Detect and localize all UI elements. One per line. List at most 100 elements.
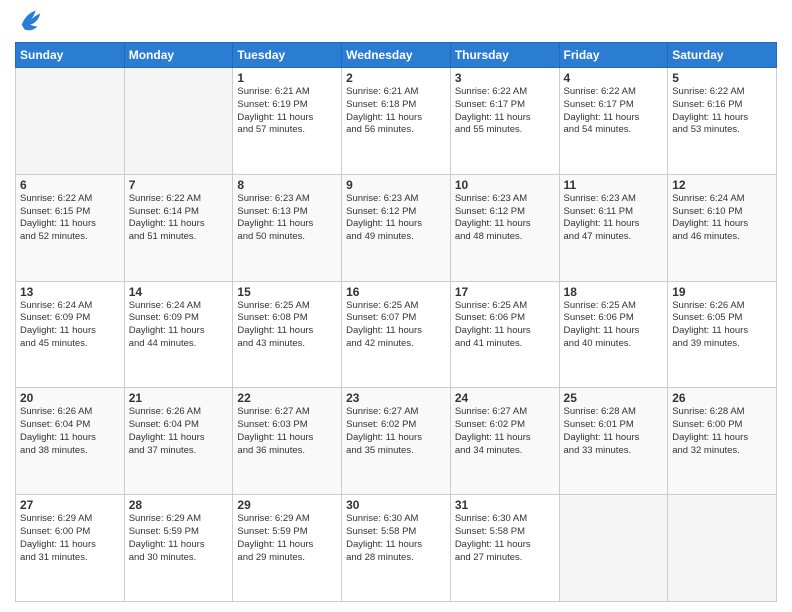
weekday-header-thursday: Thursday [450, 43, 559, 68]
logo [15, 14, 45, 34]
calendar-cell [124, 68, 233, 175]
day-number: 17 [455, 285, 555, 299]
weekday-header-sunday: Sunday [16, 43, 125, 68]
calendar-cell: 23Sunrise: 6:27 AM Sunset: 6:02 PM Dayli… [342, 388, 451, 495]
day-info: Sunrise: 6:22 AM Sunset: 6:17 PM Dayligh… [455, 86, 555, 137]
day-info: Sunrise: 6:27 AM Sunset: 6:03 PM Dayligh… [237, 406, 337, 457]
calendar-cell: 13Sunrise: 6:24 AM Sunset: 6:09 PM Dayli… [16, 281, 125, 388]
day-number: 22 [237, 391, 337, 405]
calendar-cell: 27Sunrise: 6:29 AM Sunset: 6:00 PM Dayli… [16, 495, 125, 602]
calendar-cell: 28Sunrise: 6:29 AM Sunset: 5:59 PM Dayli… [124, 495, 233, 602]
calendar-cell: 21Sunrise: 6:26 AM Sunset: 6:04 PM Dayli… [124, 388, 233, 495]
day-number: 28 [129, 498, 229, 512]
day-number: 26 [672, 391, 772, 405]
calendar-week-row: 13Sunrise: 6:24 AM Sunset: 6:09 PM Dayli… [16, 281, 777, 388]
calendar-cell: 5Sunrise: 6:22 AM Sunset: 6:16 PM Daylig… [668, 68, 777, 175]
calendar-week-row: 20Sunrise: 6:26 AM Sunset: 6:04 PM Dayli… [16, 388, 777, 495]
day-info: Sunrise: 6:29 AM Sunset: 5:59 PM Dayligh… [129, 513, 229, 564]
calendar-week-row: 1Sunrise: 6:21 AM Sunset: 6:19 PM Daylig… [16, 68, 777, 175]
day-number: 29 [237, 498, 337, 512]
calendar-week-row: 6Sunrise: 6:22 AM Sunset: 6:15 PM Daylig… [16, 174, 777, 281]
day-number: 19 [672, 285, 772, 299]
calendar-cell: 19Sunrise: 6:26 AM Sunset: 6:05 PM Dayli… [668, 281, 777, 388]
calendar-cell: 26Sunrise: 6:28 AM Sunset: 6:00 PM Dayli… [668, 388, 777, 495]
calendar-cell: 25Sunrise: 6:28 AM Sunset: 6:01 PM Dayli… [559, 388, 668, 495]
day-info: Sunrise: 6:22 AM Sunset: 6:14 PM Dayligh… [129, 193, 229, 244]
day-number: 1 [237, 71, 337, 85]
day-number: 23 [346, 391, 446, 405]
calendar-cell: 8Sunrise: 6:23 AM Sunset: 6:13 PM Daylig… [233, 174, 342, 281]
calendar-cell: 24Sunrise: 6:27 AM Sunset: 6:02 PM Dayli… [450, 388, 559, 495]
day-number: 10 [455, 178, 555, 192]
calendar-cell: 12Sunrise: 6:24 AM Sunset: 6:10 PM Dayli… [668, 174, 777, 281]
day-number: 11 [564, 178, 664, 192]
day-number: 8 [237, 178, 337, 192]
calendar-cell: 22Sunrise: 6:27 AM Sunset: 6:03 PM Dayli… [233, 388, 342, 495]
day-info: Sunrise: 6:22 AM Sunset: 6:15 PM Dayligh… [20, 193, 120, 244]
weekday-header-wednesday: Wednesday [342, 43, 451, 68]
calendar-cell [559, 495, 668, 602]
calendar-table: SundayMondayTuesdayWednesdayThursdayFrid… [15, 42, 777, 602]
day-number: 30 [346, 498, 446, 512]
calendar-cell: 7Sunrise: 6:22 AM Sunset: 6:14 PM Daylig… [124, 174, 233, 281]
header [15, 10, 777, 34]
day-number: 31 [455, 498, 555, 512]
calendar-cell: 6Sunrise: 6:22 AM Sunset: 6:15 PM Daylig… [16, 174, 125, 281]
day-number: 27 [20, 498, 120, 512]
calendar-cell: 20Sunrise: 6:26 AM Sunset: 6:04 PM Dayli… [16, 388, 125, 495]
logo-bird-icon [17, 6, 45, 34]
day-number: 16 [346, 285, 446, 299]
day-number: 14 [129, 285, 229, 299]
calendar-cell: 4Sunrise: 6:22 AM Sunset: 6:17 PM Daylig… [559, 68, 668, 175]
calendar-cell: 1Sunrise: 6:21 AM Sunset: 6:19 PM Daylig… [233, 68, 342, 175]
calendar-cell: 9Sunrise: 6:23 AM Sunset: 6:12 PM Daylig… [342, 174, 451, 281]
day-info: Sunrise: 6:21 AM Sunset: 6:19 PM Dayligh… [237, 86, 337, 137]
day-info: Sunrise: 6:28 AM Sunset: 6:01 PM Dayligh… [564, 406, 664, 457]
calendar-cell: 30Sunrise: 6:30 AM Sunset: 5:58 PM Dayli… [342, 495, 451, 602]
day-info: Sunrise: 6:25 AM Sunset: 6:08 PM Dayligh… [237, 300, 337, 351]
day-number: 7 [129, 178, 229, 192]
day-info: Sunrise: 6:29 AM Sunset: 6:00 PM Dayligh… [20, 513, 120, 564]
day-number: 6 [20, 178, 120, 192]
day-number: 13 [20, 285, 120, 299]
day-info: Sunrise: 6:23 AM Sunset: 6:13 PM Dayligh… [237, 193, 337, 244]
day-info: Sunrise: 6:23 AM Sunset: 6:12 PM Dayligh… [455, 193, 555, 244]
day-number: 24 [455, 391, 555, 405]
calendar-cell [668, 495, 777, 602]
day-number: 5 [672, 71, 772, 85]
weekday-header-monday: Monday [124, 43, 233, 68]
day-info: Sunrise: 6:26 AM Sunset: 6:05 PM Dayligh… [672, 300, 772, 351]
day-info: Sunrise: 6:24 AM Sunset: 6:09 PM Dayligh… [20, 300, 120, 351]
day-number: 15 [237, 285, 337, 299]
day-number: 4 [564, 71, 664, 85]
day-info: Sunrise: 6:23 AM Sunset: 6:12 PM Dayligh… [346, 193, 446, 244]
calendar-cell: 29Sunrise: 6:29 AM Sunset: 5:59 PM Dayli… [233, 495, 342, 602]
day-info: Sunrise: 6:26 AM Sunset: 6:04 PM Dayligh… [20, 406, 120, 457]
day-info: Sunrise: 6:30 AM Sunset: 5:58 PM Dayligh… [346, 513, 446, 564]
calendar-cell: 10Sunrise: 6:23 AM Sunset: 6:12 PM Dayli… [450, 174, 559, 281]
calendar-cell: 18Sunrise: 6:25 AM Sunset: 6:06 PM Dayli… [559, 281, 668, 388]
calendar-cell: 3Sunrise: 6:22 AM Sunset: 6:17 PM Daylig… [450, 68, 559, 175]
calendar-cell: 11Sunrise: 6:23 AM Sunset: 6:11 PM Dayli… [559, 174, 668, 281]
day-number: 2 [346, 71, 446, 85]
calendar-cell: 14Sunrise: 6:24 AM Sunset: 6:09 PM Dayli… [124, 281, 233, 388]
day-info: Sunrise: 6:23 AM Sunset: 6:11 PM Dayligh… [564, 193, 664, 244]
day-info: Sunrise: 6:22 AM Sunset: 6:16 PM Dayligh… [672, 86, 772, 137]
day-number: 3 [455, 71, 555, 85]
day-number: 21 [129, 391, 229, 405]
calendar-cell: 17Sunrise: 6:25 AM Sunset: 6:06 PM Dayli… [450, 281, 559, 388]
day-info: Sunrise: 6:27 AM Sunset: 6:02 PM Dayligh… [346, 406, 446, 457]
page-container: SundayMondayTuesdayWednesdayThursdayFrid… [0, 0, 792, 612]
calendar-cell: 15Sunrise: 6:25 AM Sunset: 6:08 PM Dayli… [233, 281, 342, 388]
day-info: Sunrise: 6:24 AM Sunset: 6:10 PM Dayligh… [672, 193, 772, 244]
day-number: 9 [346, 178, 446, 192]
calendar-cell: 31Sunrise: 6:30 AM Sunset: 5:58 PM Dayli… [450, 495, 559, 602]
day-number: 25 [564, 391, 664, 405]
day-info: Sunrise: 6:22 AM Sunset: 6:17 PM Dayligh… [564, 86, 664, 137]
day-info: Sunrise: 6:29 AM Sunset: 5:59 PM Dayligh… [237, 513, 337, 564]
day-info: Sunrise: 6:25 AM Sunset: 6:07 PM Dayligh… [346, 300, 446, 351]
calendar-cell: 2Sunrise: 6:21 AM Sunset: 6:18 PM Daylig… [342, 68, 451, 175]
day-info: Sunrise: 6:21 AM Sunset: 6:18 PM Dayligh… [346, 86, 446, 137]
day-info: Sunrise: 6:25 AM Sunset: 6:06 PM Dayligh… [564, 300, 664, 351]
day-info: Sunrise: 6:26 AM Sunset: 6:04 PM Dayligh… [129, 406, 229, 457]
